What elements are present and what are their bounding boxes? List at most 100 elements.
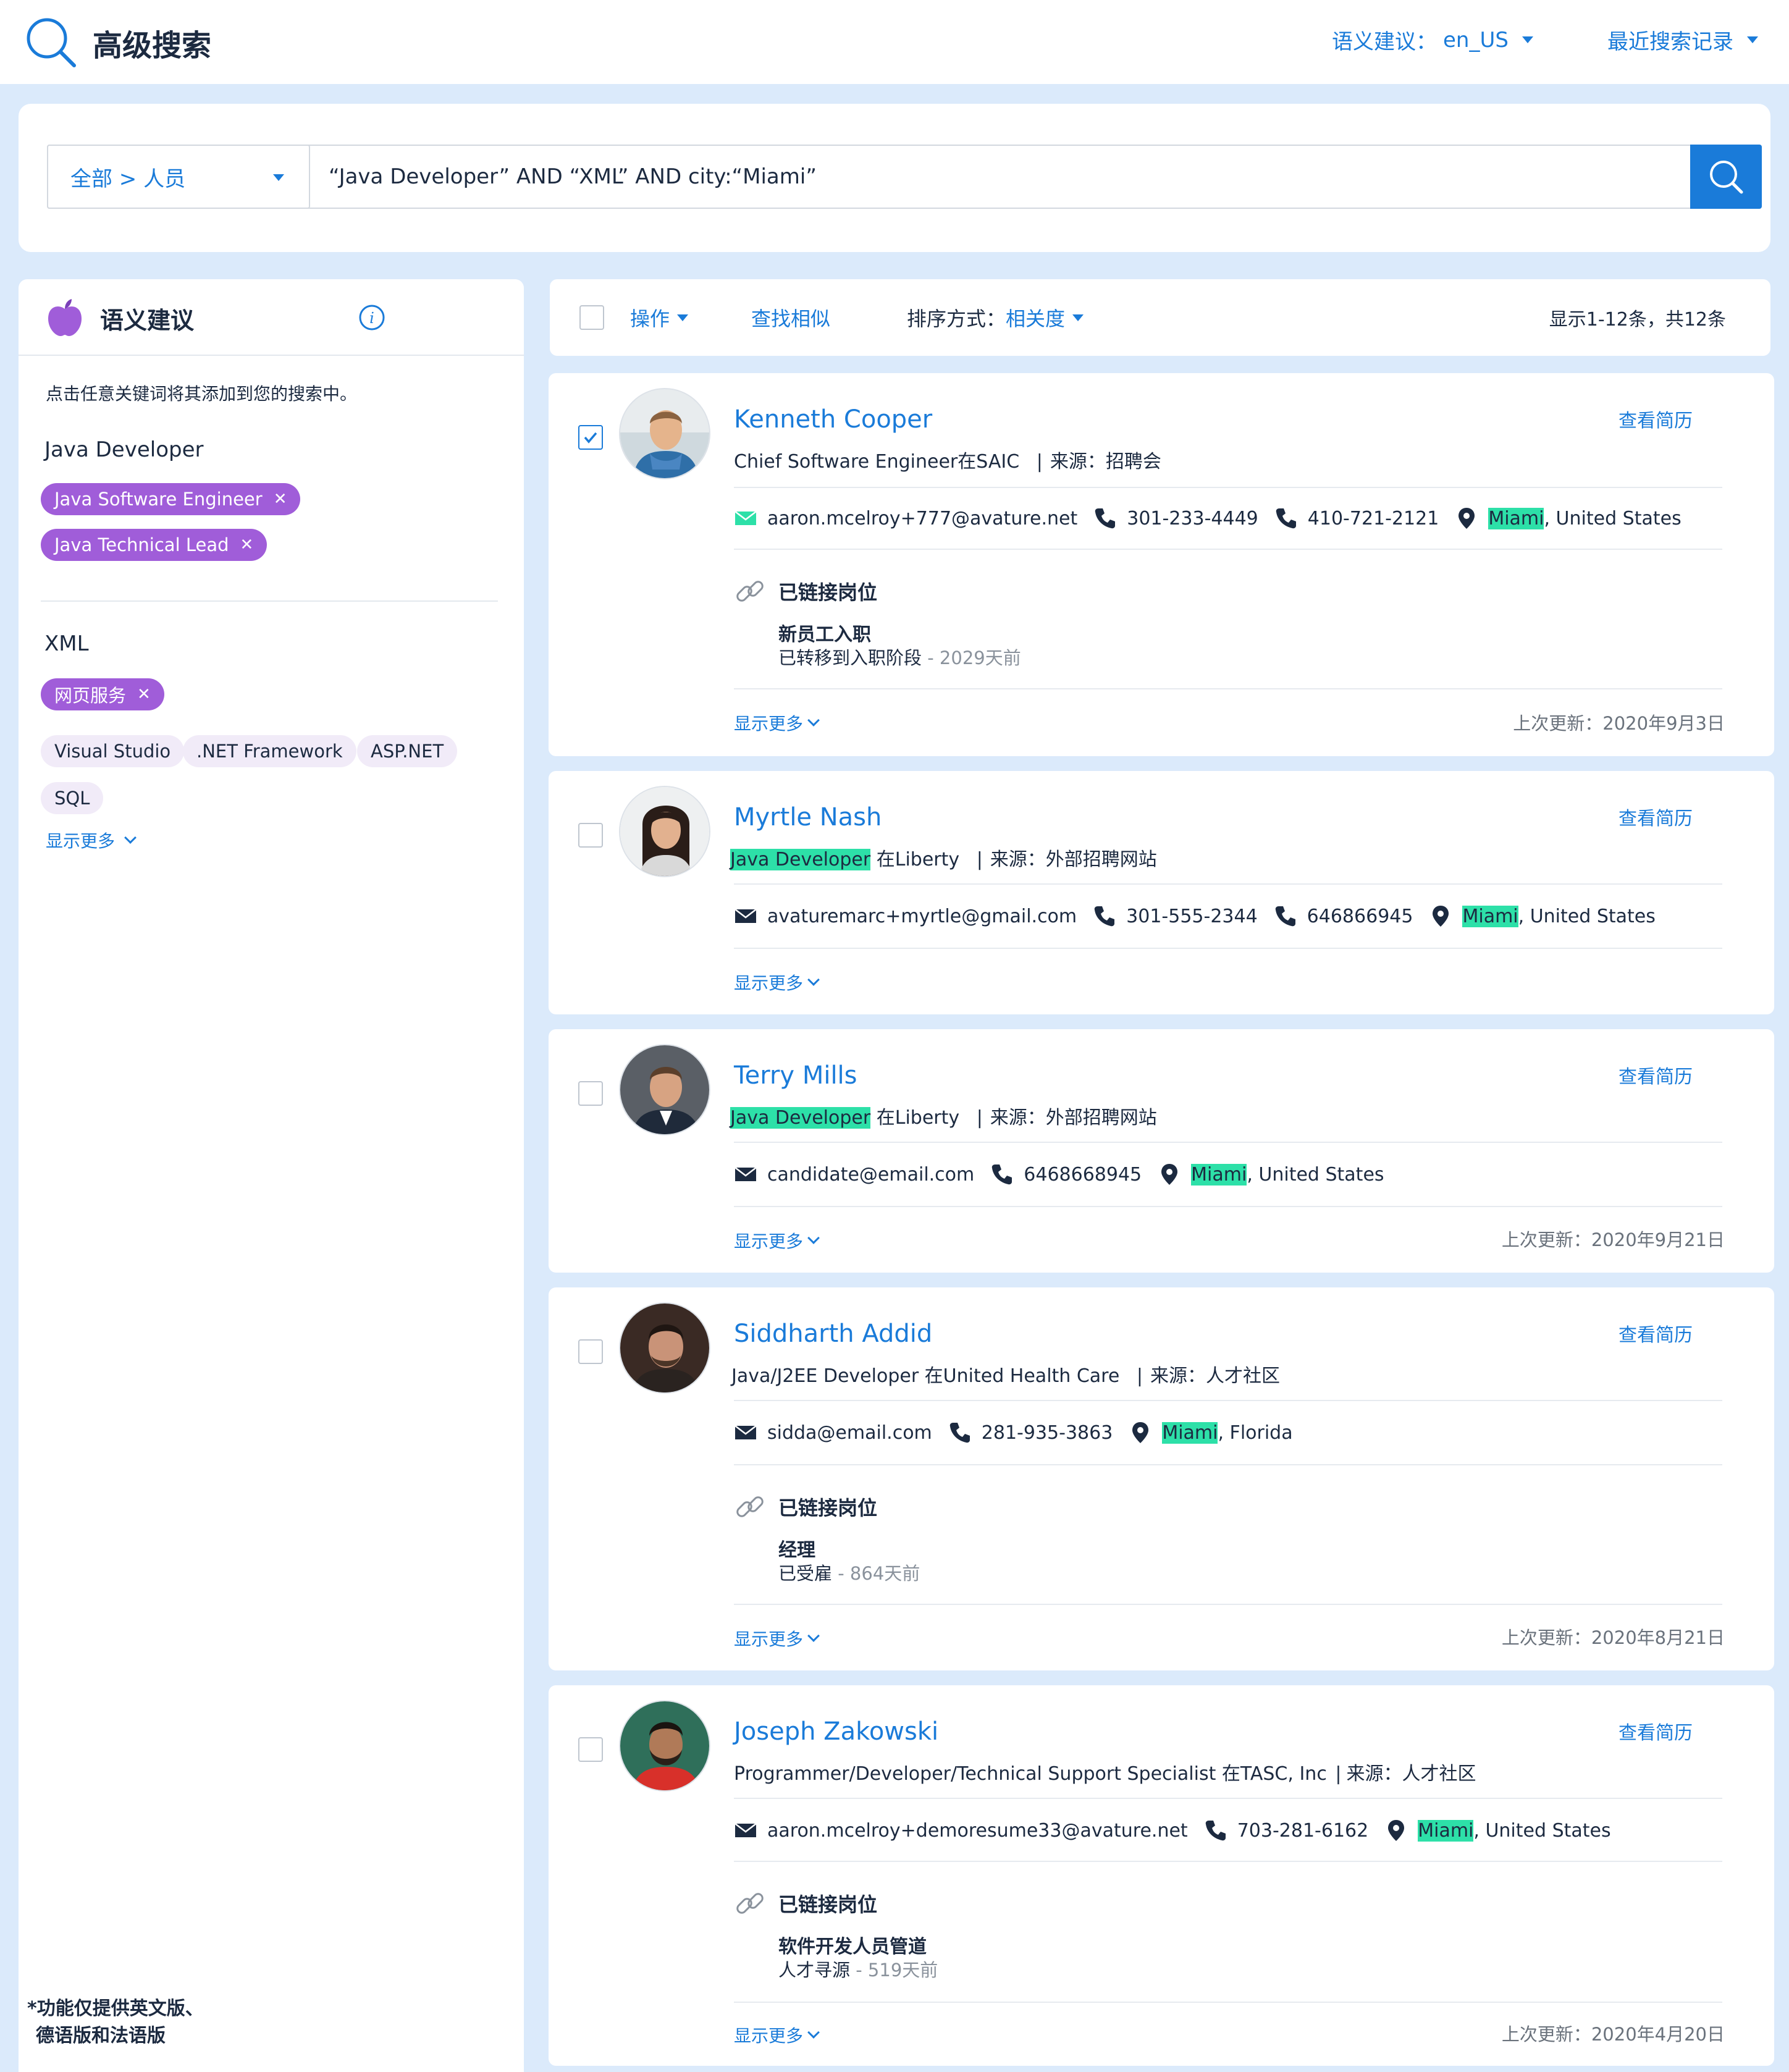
email-contact[interactable]: avaturemarc+myrtle@gmail.com bbox=[734, 904, 1077, 928]
avatar[interactable] bbox=[619, 1700, 710, 1792]
candidate-checkbox[interactable] bbox=[578, 1081, 603, 1106]
linked-job-name[interactable]: 新员工入职 bbox=[778, 619, 871, 646]
result-count: 显示1-12条，共12条 bbox=[1549, 309, 1726, 331]
view-resume-link[interactable]: 查看简历 bbox=[1619, 1320, 1693, 1347]
candidate-name-link[interactable]: Siddharth Addid bbox=[734, 1320, 932, 1348]
close-icon[interactable]: ✕ bbox=[137, 685, 151, 704]
panel-header: 语义建议 i bbox=[19, 279, 524, 356]
region-value: , United States bbox=[1247, 1163, 1384, 1186]
search-button[interactable] bbox=[1690, 145, 1762, 209]
chip-sql[interactable]: SQL bbox=[41, 782, 104, 814]
phone-contact[interactable]: 6468668945 bbox=[990, 1163, 1142, 1186]
phone-icon bbox=[1205, 1821, 1226, 1841]
job-title: Java/J2EE Developer 在United Health Care bbox=[731, 1365, 1120, 1387]
select-all-checkbox[interactable] bbox=[579, 305, 604, 330]
divider bbox=[734, 1206, 1722, 1207]
candidate-headline: Programmer/Developer/Technical Support S… bbox=[734, 1758, 1476, 1785]
job-title: Programmer/Developer/Technical Support S… bbox=[734, 1763, 1327, 1785]
separator: | bbox=[1335, 1763, 1342, 1785]
show-more-link[interactable]: 显示更多 bbox=[734, 1626, 820, 1651]
last-updated: 上次更新：2020年9月3日 bbox=[1513, 713, 1725, 734]
candidate-name-link[interactable]: Kenneth Cooper bbox=[734, 405, 932, 434]
job-title-highlight: Java Developer bbox=[730, 1107, 871, 1129]
chip-asp-net[interactable]: ASP.NET bbox=[357, 735, 458, 767]
search-scope-select[interactable]: 全部 > 人员 bbox=[47, 145, 310, 209]
source-label: 来源： bbox=[1346, 1763, 1402, 1785]
sidebar-show-more-link[interactable]: 显示更多 bbox=[46, 828, 137, 853]
view-resume-link[interactable]: 查看简历 bbox=[1619, 405, 1693, 432]
candidate-name-link[interactable]: Myrtle Nash bbox=[734, 803, 882, 832]
candidate-checkbox[interactable] bbox=[578, 425, 603, 450]
job-title-highlight: Java Developer bbox=[730, 849, 871, 870]
candidate-name-link[interactable]: Terry Mills bbox=[734, 1061, 857, 1090]
email-icon bbox=[735, 909, 757, 923]
find-similar-button[interactable]: 查找相似 bbox=[751, 303, 830, 332]
email-contact[interactable]: candidate@email.com bbox=[734, 1163, 974, 1186]
contact-row: aaron.mcelroy+777@avature.net 301-233-44… bbox=[734, 503, 1698, 534]
linked-jobs-title: 已链接岗位 bbox=[778, 1496, 878, 1520]
source-label: 来源： bbox=[990, 1107, 1046, 1129]
chip-web-services[interactable]: 网页服务 ✕ bbox=[41, 678, 164, 710]
show-more-link[interactable]: 显示更多 bbox=[734, 1228, 820, 1253]
email-icon bbox=[735, 511, 757, 525]
actions-dropdown[interactable]: 操作 bbox=[630, 303, 689, 332]
avatar[interactable] bbox=[619, 786, 710, 877]
chevron-down-icon bbox=[124, 832, 137, 844]
phone-contact[interactable]: 281-935-3863 bbox=[948, 1421, 1113, 1444]
email-contact[interactable]: aaron.mcelroy+demoresume33@avature.net bbox=[734, 1819, 1188, 1842]
recent-searches-dropdown[interactable]: 最近搜索记录 bbox=[1607, 25, 1758, 55]
group-title-java-developer: Java Developer bbox=[44, 437, 204, 462]
candidate-card: Siddharth Addid Java/J2EE Developer 在Uni… bbox=[549, 1287, 1774, 1670]
chip-java-software-engineer[interactable]: Java Software Engineer ✕ bbox=[41, 483, 301, 515]
info-icon[interactable]: i bbox=[358, 304, 385, 331]
email-contact[interactable]: aaron.mcelroy+777@avature.net bbox=[734, 507, 1077, 530]
linked-job-name[interactable]: 软件开发人员管道 bbox=[778, 1931, 927, 1958]
show-more-link[interactable]: 显示更多 bbox=[734, 970, 820, 995]
email-icon bbox=[735, 1425, 757, 1439]
caret-down-icon bbox=[1072, 314, 1084, 321]
candidate-checkbox[interactable] bbox=[578, 1737, 603, 1762]
show-more-link[interactable]: 显示更多 bbox=[734, 710, 820, 735]
email-contact[interactable]: sidda@email.com bbox=[734, 1421, 932, 1444]
link-icon bbox=[736, 1893, 764, 1914]
group-title-xml: XML bbox=[44, 631, 89, 656]
divider bbox=[734, 1861, 1722, 1862]
separator: | bbox=[1136, 1365, 1143, 1387]
show-more-link[interactable]: 显示更多 bbox=[734, 2023, 820, 2047]
close-icon[interactable]: ✕ bbox=[240, 536, 254, 554]
caret-down-icon bbox=[273, 174, 284, 181]
view-resume-link[interactable]: 查看简历 bbox=[1619, 803, 1693, 830]
view-resume-link[interactable]: 查看简历 bbox=[1619, 1061, 1693, 1089]
search-input[interactable] bbox=[310, 146, 1690, 208]
page-title: 高级搜索 bbox=[93, 28, 212, 63]
chip-net-framework[interactable]: .NET Framework bbox=[183, 735, 356, 767]
avatar[interactable] bbox=[619, 1044, 710, 1135]
phone-contact[interactable]: 703-281-6162 bbox=[1204, 1819, 1368, 1842]
view-resume-link[interactable]: 查看简历 bbox=[1619, 1717, 1693, 1745]
close-icon[interactable]: ✕ bbox=[274, 490, 287, 508]
candidate-checkbox[interactable] bbox=[578, 1339, 603, 1364]
phone-contact[interactable]: 301-555-2344 bbox=[1093, 904, 1258, 928]
link-icon bbox=[736, 1496, 764, 1517]
semantic-locale-dropdown[interactable]: 语义建议： en_US bbox=[1332, 25, 1533, 55]
avatar[interactable] bbox=[619, 1302, 710, 1394]
linked-jobs-title: 已链接岗位 bbox=[778, 581, 878, 604]
source-value: 人才社区 bbox=[1205, 1365, 1280, 1387]
sort-dropdown[interactable]: 排序方式： 相关度 bbox=[907, 303, 1084, 332]
chip-java-technical-lead[interactable]: Java Technical Lead ✕ bbox=[41, 529, 267, 561]
contact-row: candidate@email.com 6468668945 Miami, Un… bbox=[734, 1159, 1400, 1190]
linked-job-name[interactable]: 经理 bbox=[778, 1535, 815, 1562]
phone-icon bbox=[1095, 508, 1116, 529]
show-more-label: 显示更多 bbox=[734, 973, 804, 993]
chip-visual-studio[interactable]: Visual Studio bbox=[41, 735, 185, 767]
source-label: 来源： bbox=[1050, 451, 1106, 473]
candidate-name-link[interactable]: Joseph Zakowski bbox=[734, 1717, 938, 1746]
phone-contact[interactable]: 301-233-4449 bbox=[1093, 507, 1258, 530]
candidate-checkbox[interactable] bbox=[578, 823, 603, 848]
phone-contact[interactable]: 410-721-2121 bbox=[1274, 507, 1439, 530]
phone-contact[interactable]: 646866945 bbox=[1274, 904, 1413, 928]
email-value: aaron.mcelroy+demoresume33@avature.net bbox=[767, 1819, 1188, 1842]
source-value: 招聘会 bbox=[1105, 451, 1161, 473]
top-bar: 高级搜索 语义建议： en_US 最近搜索记录 bbox=[0, 0, 1789, 84]
avatar[interactable] bbox=[619, 388, 710, 479]
